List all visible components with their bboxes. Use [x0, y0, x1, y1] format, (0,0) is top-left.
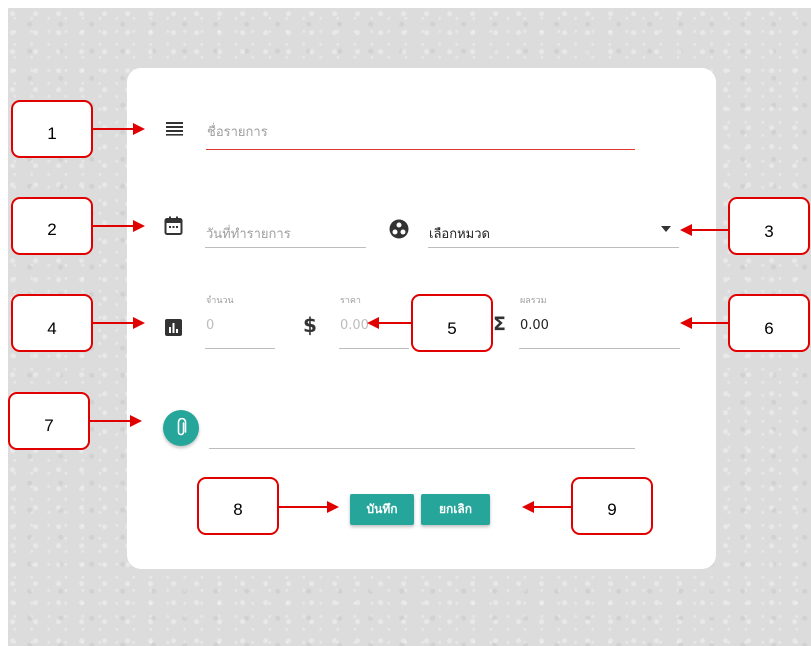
- arrow-3: [690, 229, 728, 231]
- arrowhead-5: [367, 317, 379, 329]
- arrowhead-3: [680, 224, 692, 236]
- arrowhead-1: [133, 123, 145, 135]
- callout-8: 8: [197, 477, 279, 535]
- date-input[interactable]: วันที่ทำรายการ: [206, 223, 291, 244]
- arrow-4: [93, 322, 135, 324]
- arrow-9: [532, 506, 571, 508]
- dollar-icon: $: [303, 313, 317, 337]
- quantity-underline: [205, 348, 275, 349]
- date-underline: [205, 247, 366, 248]
- price-input[interactable]: 0.00: [340, 318, 369, 333]
- callout-9: 9: [571, 477, 653, 535]
- total-value: 0.00: [520, 318, 549, 333]
- arrow-7: [90, 420, 132, 422]
- callout-3: 3: [728, 197, 810, 255]
- category-icon: [389, 219, 409, 239]
- arrowhead-6: [680, 317, 692, 329]
- arrowhead-2: [133, 220, 145, 232]
- arrow-6: [690, 322, 728, 324]
- cancel-button[interactable]: ยกเลิก: [421, 494, 490, 525]
- price-underline: [339, 348, 409, 349]
- arrow-8: [279, 506, 329, 508]
- arrowhead-4: [133, 317, 145, 329]
- item-name-underline: [206, 149, 635, 150]
- callout-4: 4: [11, 294, 93, 352]
- category-underline: [428, 247, 679, 248]
- attach-icon: [177, 418, 187, 436]
- attach-button[interactable]: [163, 410, 199, 446]
- total-label: ผลรวม: [520, 296, 547, 306]
- arrowhead-9: [522, 501, 534, 513]
- category-select[interactable]: เลือกหมวด: [429, 223, 490, 244]
- callout-7: 7: [8, 392, 90, 450]
- arrowhead-7: [130, 415, 142, 427]
- arrowhead-8: [327, 501, 339, 513]
- callout-1: 1: [11, 100, 93, 158]
- attachment-underline: [209, 448, 635, 449]
- arrow-5: [377, 322, 411, 324]
- callout-5: 5: [411, 294, 493, 352]
- sigma-icon: Σ: [493, 313, 506, 335]
- arrow-1: [93, 128, 135, 130]
- callout-6: 6: [728, 294, 810, 352]
- price-label: ราคา: [340, 296, 361, 306]
- bar-chart-icon: [165, 319, 182, 336]
- total-underline: [519, 348, 680, 349]
- save-button[interactable]: บันทึก: [350, 494, 414, 525]
- dropdown-arrow-icon[interactable]: [661, 226, 671, 232]
- list-icon: [166, 122, 183, 136]
- arrow-2: [93, 225, 135, 227]
- calendar-icon: [164, 216, 183, 235]
- quantity-label: จำนวน: [206, 296, 234, 306]
- callout-2: 2: [11, 197, 93, 255]
- item-name-input[interactable]: ชื่อรายการ: [207, 121, 268, 142]
- quantity-input[interactable]: 0: [206, 318, 214, 333]
